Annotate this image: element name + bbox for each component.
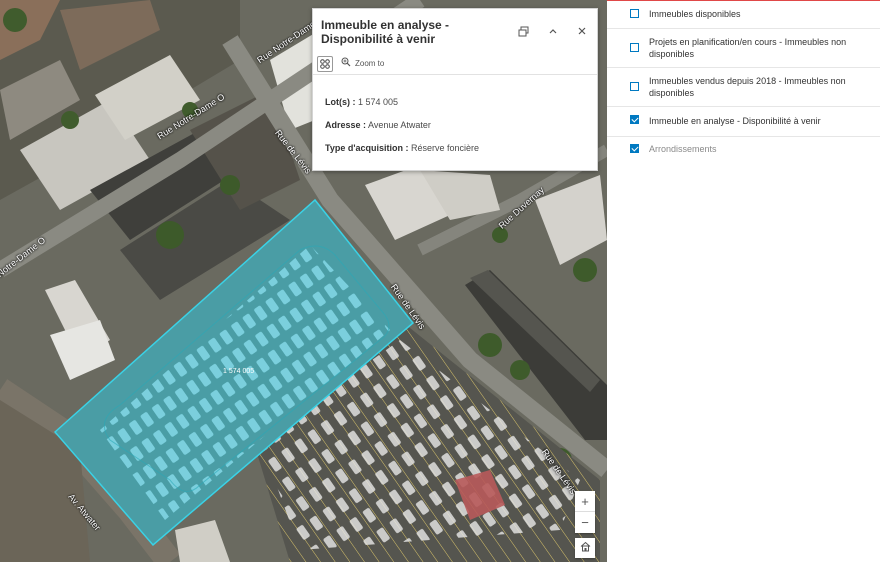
popup-title: Immeuble en analyse - Disponibilité à ve… [321, 18, 450, 46]
layer-label: Immeubles disponibles [649, 9, 741, 19]
layer-label: Immeubles vendus depuis 2018 - Immeubles… [649, 76, 846, 98]
layer-label: Immeuble en analyse - Disponibilité à ve… [649, 116, 821, 126]
zoom-in-button[interactable]: + [575, 491, 595, 512]
layer-list: Immeubles disponibles Projets en planifi… [607, 1, 880, 162]
feature-popup: Immeuble en analyse - Disponibilité à ve… [312, 8, 598, 171]
attr-adresse: Adresse : Avenue Atwater [325, 120, 431, 130]
layer-checkbox[interactable] [630, 82, 639, 91]
layer-label: Arrondissements [649, 144, 717, 154]
layer-item-immeubles-vendus[interactable]: Immeubles vendus depuis 2018 - Immeubles… [607, 68, 880, 107]
parcel-label: 1 574 005 [223, 368, 255, 375]
layer-item-arrondissements[interactable]: Arrondissements [607, 137, 880, 162]
layer-item-immeuble-en-analyse[interactable]: Immeuble en analyse - Disponibilité à ve… [607, 107, 880, 137]
layer-checkbox[interactable] [630, 144, 639, 153]
zoom-to-label: Zoom to [355, 59, 385, 68]
popup-attributes: Lot(s) : 1 574 005 Adresse : Avenue Atwa… [313, 75, 597, 153]
layer-checkbox[interactable] [630, 43, 639, 52]
home-icon [580, 539, 591, 557]
popup-header: Immeuble en analyse - Disponibilité à ve… [313, 9, 597, 53]
zoom-out-button[interactable]: − [575, 512, 595, 533]
feature-menu-icon[interactable] [317, 55, 333, 72]
map-view[interactable]: Rue Notre-Dame O Rue Notre-Dame O Notre-… [0, 0, 607, 562]
layer-checkbox[interactable] [630, 115, 639, 124]
attr-lot: Lot(s) : 1 574 005 [325, 97, 399, 107]
magnifier-icon [341, 57, 351, 70]
chevron-up-icon[interactable] [545, 23, 561, 39]
layer-item-projets-planification[interactable]: Projets en planification/en cours - Imme… [607, 29, 880, 68]
layer-item-immeubles-disponibles[interactable]: Immeubles disponibles [607, 1, 880, 29]
popup-action-bar: Zoom to [313, 53, 597, 75]
attr-type-acquisition: Type d'acquisition : Réserve foncière [325, 143, 480, 153]
zoom-to-button[interactable]: Zoom to [341, 57, 384, 70]
zoom-controls: + − [575, 491, 595, 533]
home-button[interactable] [575, 538, 595, 558]
close-icon[interactable] [574, 23, 590, 39]
layer-label: Projets en planification/en cours - Imme… [649, 37, 847, 59]
layer-checkbox[interactable] [630, 9, 639, 18]
layer-list-panel: Immeubles disponibles Projets en planifi… [607, 0, 880, 562]
dock-icon[interactable] [515, 23, 531, 39]
